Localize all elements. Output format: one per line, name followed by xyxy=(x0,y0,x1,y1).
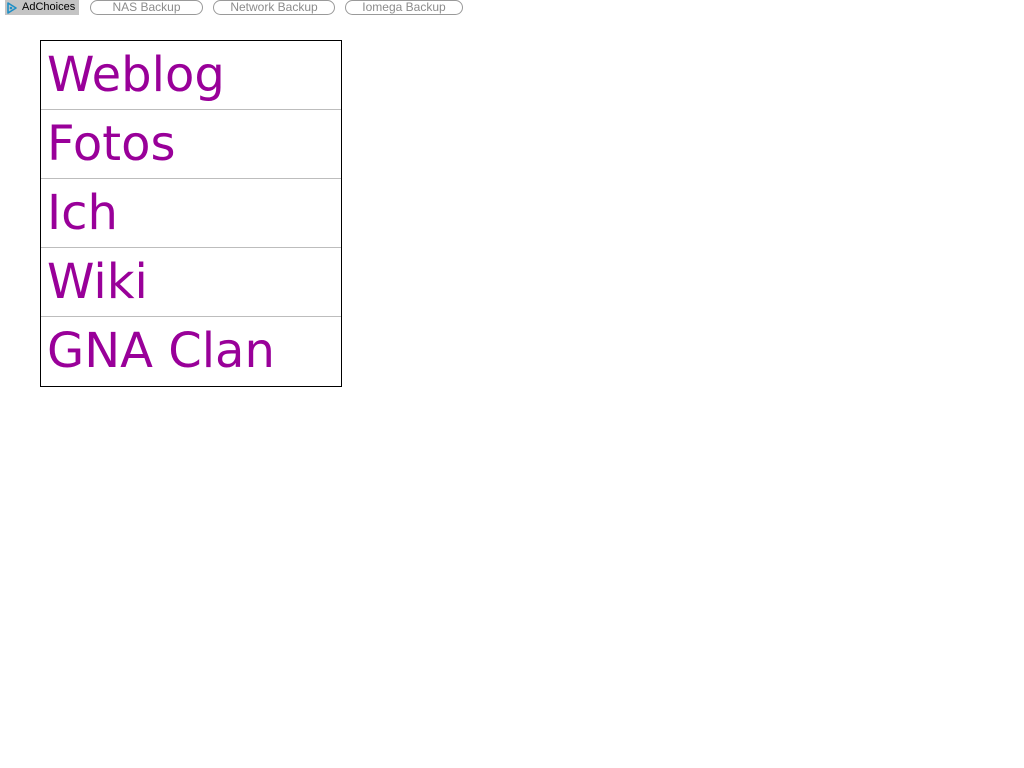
nav-item-weblog[interactable]: Weblog xyxy=(41,41,341,110)
nav-item-fotos[interactable]: Fotos xyxy=(41,110,341,179)
ad-link-network-backup[interactable]: Network Backup xyxy=(213,0,335,15)
adchoices-badge[interactable]: AdChoices xyxy=(5,0,79,15)
ad-link-iomega-backup[interactable]: Iomega Backup xyxy=(345,0,463,15)
ad-link-nas-backup[interactable]: NAS Backup xyxy=(90,0,203,15)
ad-bar: AdChoices NAS Backup Network Backup Iome… xyxy=(0,0,1024,16)
nav-item-gna-clan[interactable]: GNA Clan xyxy=(41,317,341,386)
nav-link-label[interactable]: Wiki xyxy=(47,248,341,316)
navigation-menu: Weblog Fotos Ich Wiki GNA Clan xyxy=(40,40,342,387)
nav-link-label[interactable]: Weblog xyxy=(47,41,341,109)
nav-item-wiki[interactable]: Wiki xyxy=(41,248,341,317)
nav-link-label[interactable]: Fotos xyxy=(47,110,341,178)
nav-item-ich[interactable]: Ich xyxy=(41,179,341,248)
nav-link-label[interactable]: GNA Clan xyxy=(47,317,341,386)
adchoices-icon xyxy=(5,0,19,15)
nav-link-label[interactable]: Ich xyxy=(47,179,341,247)
adchoices-label: AdChoices xyxy=(22,1,76,13)
